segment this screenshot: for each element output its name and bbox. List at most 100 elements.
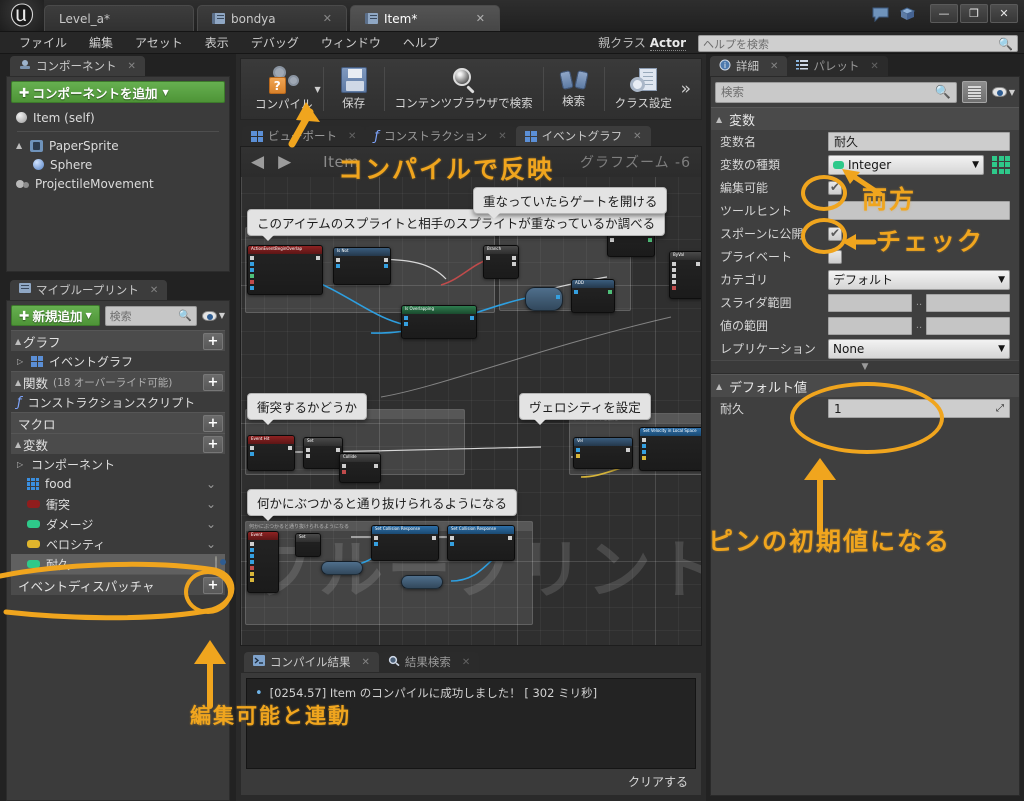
tab-eventgraph[interactable]: イベントグラフ ✕ (515, 126, 651, 146)
expander-icon[interactable]: ▷ (17, 460, 25, 469)
section-variables[interactable]: ▲ 変数 + (11, 433, 225, 454)
graph-item-eventgraph[interactable]: ▷ イベントグラフ (11, 351, 225, 371)
graph-forward-button[interactable]: ▶ (278, 152, 291, 172)
value-range-min-input[interactable] (828, 316, 912, 335)
toolbar-class-settings-button[interactable]: クラス設定 (607, 61, 680, 117)
window-tab-item[interactable]: Item* ✕ (350, 5, 500, 31)
tab-viewport[interactable]: ビューポート ✕ (242, 126, 366, 146)
add-function-button[interactable]: + (203, 373, 223, 391)
variable-item-velocity[interactable]: ベロシティ ⌄ (11, 534, 225, 554)
event-graph-canvas[interactable]: ブループリント このアイテムのスプライトと相手のスプライトが重なっているか調べる… (240, 146, 702, 646)
expander-icon[interactable]: ▲ (15, 378, 23, 387)
spinner-icon[interactable]: ⤢ (996, 403, 1004, 414)
clear-results-button[interactable]: クリアする (628, 769, 696, 790)
help-search-input[interactable]: ヘルプを検索 🔍 (698, 35, 1018, 52)
default-value-input[interactable]: 1 ⤢ (828, 399, 1010, 418)
expander-icon[interactable]: ▷ (17, 357, 25, 366)
compile-dropdown-icon[interactable]: ▼ (315, 85, 321, 94)
variable-visibility-toggle[interactable]: ⌄ (206, 517, 216, 531)
menu-item-debug[interactable]: デバッグ (240, 32, 310, 54)
variable-item-collision[interactable]: 衝突 ⌄ (11, 494, 225, 514)
add-graph-button[interactable]: + (203, 332, 223, 350)
variable-type-combo[interactable]: Integer ▼ (828, 154, 984, 175)
close-icon[interactable]: ✕ (362, 657, 370, 668)
toolbar-search-button[interactable]: 検索 (546, 61, 602, 117)
details-grid-toggle[interactable] (961, 81, 987, 103)
section-graphs[interactable]: ▲ グラフ + (11, 330, 225, 351)
function-item-constructionscript[interactable]: ƒ コンストラクションスクリプト (11, 392, 225, 412)
section-functions[interactable]: ▲ 関数 (18 オーバーライド可能) + (11, 371, 225, 392)
window-tab-bondya[interactable]: bondya ✕ (197, 5, 347, 31)
add-eventdispatcher-button[interactable]: + (203, 576, 223, 594)
graph-node[interactable]: ADD (571, 279, 615, 313)
slider-range-min-input[interactable] (828, 293, 912, 312)
menu-item-window[interactable]: ウィンドウ (310, 32, 392, 54)
tab-components[interactable]: コンポーネント ✕ (10, 56, 145, 76)
menu-item-asset[interactable]: アセット (124, 32, 194, 54)
close-icon[interactable]: ✕ (466, 12, 485, 25)
window-tab-level[interactable]: Level_a* (44, 5, 194, 31)
add-component-button[interactable]: ✚ コンポーネントを追加 ▼ (11, 81, 225, 103)
graph-node[interactable]: Is Not (333, 247, 391, 285)
category-variable[interactable]: ▲ 変数 (711, 107, 1019, 130)
slider-range-max-input[interactable] (926, 293, 1011, 312)
log-entry[interactable]: • [0254.57] Item のコンパイルに成功しました！ [ 302 ミリ… (255, 685, 687, 701)
tab-myblueprint[interactable]: マイブループリント ✕ (10, 280, 168, 300)
add-variable-button[interactable]: + (203, 435, 223, 453)
expander-icon[interactable]: ▲ (15, 440, 23, 449)
editable-checkbox[interactable] (828, 180, 842, 195)
graph-node[interactable]: Branch (483, 245, 519, 279)
value-range-max-input[interactable] (926, 316, 1011, 335)
close-icon[interactable]: ✕ (870, 61, 878, 72)
parent-class-value[interactable]: Actor (649, 36, 686, 51)
toolbar-save-button[interactable]: 保存 (326, 61, 382, 117)
close-icon[interactable]: ✕ (498, 131, 506, 142)
component-item-self[interactable]: Item (self) (11, 108, 225, 127)
graph-node[interactable]: Is Overlapping (401, 305, 477, 339)
myblueprint-search-input[interactable]: 検索 🔍 (104, 305, 197, 326)
graph-node[interactable]: Set Velocity in Local Space (639, 427, 701, 471)
graph-node[interactable] (401, 575, 443, 589)
close-button[interactable]: ✕ (990, 4, 1018, 23)
details-visibility-button[interactable]: ▼ (991, 87, 1015, 97)
marketplace-icon[interactable] (899, 7, 916, 22)
graph-node[interactable]: Set (303, 437, 343, 469)
variable-group-components[interactable]: ▷ コンポーネント (11, 454, 225, 474)
details-search-input[interactable]: 検索 🔍 (715, 81, 957, 103)
menu-item-view[interactable]: 表示 (194, 32, 240, 54)
graph-node[interactable]: Event Hit (247, 435, 295, 471)
variable-visibility-toggle[interactable]: ⌄ (206, 497, 216, 511)
graph-node[interactable]: Set Collision Response (447, 525, 515, 561)
menu-item-help[interactable]: ヘルプ (392, 32, 450, 54)
visibility-filter-button[interactable]: ▼ (201, 310, 225, 321)
variable-item-damage[interactable]: ダメージ ⌄ (11, 514, 225, 534)
close-icon[interactable]: ✕ (150, 285, 158, 296)
tab-compile-results[interactable]: コンパイル結果 ✕ (244, 652, 379, 672)
expander-icon[interactable]: ▲ (15, 337, 23, 346)
expander-icon[interactable]: ▲ (716, 115, 724, 124)
variable-item-durability[interactable]: 耐久 (11, 554, 225, 574)
toolbar-find-in-cb-button[interactable]: コンテンツブラウザで検索 (387, 61, 541, 117)
add-macro-button[interactable]: + (203, 414, 223, 432)
expander-icon[interactable]: ▲ (716, 382, 724, 391)
graph-node[interactable] (321, 561, 363, 575)
close-icon[interactable]: ✕ (348, 131, 356, 142)
close-icon[interactable]: ✕ (128, 61, 136, 72)
close-icon[interactable]: ✕ (633, 131, 641, 142)
tooltip-input[interactable] (828, 201, 1010, 220)
graph-node[interactable]: Event (247, 531, 279, 593)
variable-name-input[interactable]: 耐久 (828, 132, 1010, 151)
tab-palette[interactable]: パレット ✕ (787, 56, 888, 76)
category-default-value[interactable]: ▲ デフォルト値 (711, 374, 1019, 397)
section-eventdispatchers[interactable]: イベントディスパッチャ + (11, 574, 225, 595)
variable-visibility-toggle[interactable]: ⌄ (206, 537, 216, 551)
graph-node[interactable]: ByVal (669, 251, 701, 299)
maximize-button[interactable]: ❐ (960, 4, 988, 23)
tab-construction[interactable]: ƒ コンストラクション ✕ (365, 126, 516, 146)
compile-log[interactable]: • [0254.57] Item のコンパイルに成功しました！ [ 302 ミリ… (246, 678, 696, 769)
replication-combo[interactable]: None ▼ (828, 338, 1010, 359)
graph-node[interactable] (525, 287, 563, 311)
toolbar-compile-button[interactable]: ? コンパイル (247, 61, 321, 117)
close-icon[interactable]: ✕ (313, 12, 332, 25)
graph-back-button[interactable]: ◀ (251, 152, 264, 172)
